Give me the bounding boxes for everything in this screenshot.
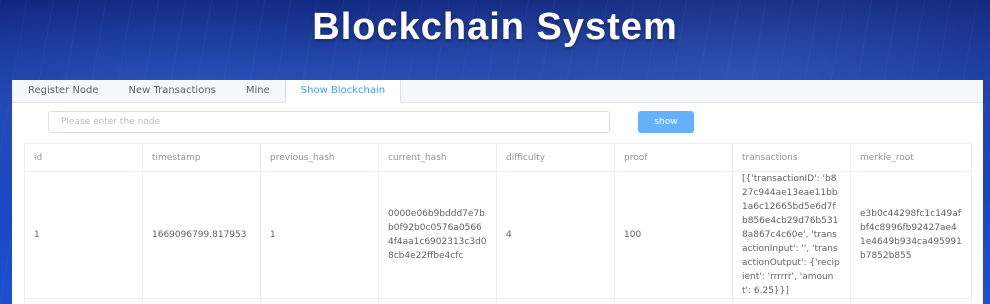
column-header-id: id bbox=[24, 143, 143, 172]
page-title: Blockchain System bbox=[312, 6, 678, 48]
empty-cell bbox=[24, 298, 143, 304]
column-header-difficulty: difficulty bbox=[496, 143, 615, 172]
empty-cell bbox=[378, 298, 497, 304]
show-button[interactable]: show bbox=[638, 111, 694, 133]
empty-cell bbox=[850, 298, 972, 304]
table-row bbox=[24, 298, 972, 304]
table-header-row: id timestamp previous_hash current_hash … bbox=[24, 143, 972, 172]
cell-difficulty: 4 bbox=[496, 171, 615, 299]
tab-register-node[interactable]: Register Node bbox=[12, 80, 113, 102]
empty-cell bbox=[142, 298, 261, 304]
cell-id: 1 bbox=[24, 171, 143, 299]
empty-cell bbox=[732, 298, 851, 304]
column-header-previous-hash: previous_hash bbox=[260, 143, 379, 172]
cell-transactions: [{'transactionID': 'b827c944ae13eae11bb1… bbox=[732, 171, 851, 299]
tab-show-blockchain[interactable]: Show Blockchain bbox=[284, 80, 402, 103]
empty-cell bbox=[614, 298, 733, 304]
node-input[interactable] bbox=[48, 111, 610, 133]
cell-previous-hash: 1 bbox=[260, 171, 379, 299]
cell-current-hash: 0000e06b9bddd7e7bb0f92b0c0576a05664f4aa1… bbox=[378, 171, 497, 299]
empty-cell bbox=[260, 298, 379, 304]
column-header-merkle-root: merkle_root bbox=[850, 143, 972, 172]
tab-mine[interactable]: Mine bbox=[231, 80, 285, 102]
column-header-proof: proof bbox=[614, 143, 733, 172]
column-header-timestamp: timestamp bbox=[142, 143, 261, 172]
tab-bar: Register Node New Transactions Mine Show… bbox=[12, 80, 983, 103]
tab-new-transactions[interactable]: New Transactions bbox=[113, 80, 230, 102]
table-row: 1 1669096799.817953 1 0000e06b9bddd7e7bb… bbox=[24, 171, 972, 299]
cell-timestamp: 1669096799.817953 bbox=[142, 171, 261, 299]
blockchain-table: id timestamp previous_hash current_hash … bbox=[24, 143, 972, 304]
toolbar: show bbox=[12, 103, 983, 143]
cell-proof: 100 bbox=[614, 171, 733, 299]
empty-cell bbox=[496, 298, 615, 304]
column-header-current-hash: current_hash bbox=[378, 143, 497, 172]
column-header-transactions: transactions bbox=[732, 143, 851, 172]
cell-merkle-root: e3b0c44298fc1c149afbf4c8996fb92427ae41e4… bbox=[850, 171, 972, 299]
main-panel: Register Node New Transactions Mine Show… bbox=[12, 80, 983, 304]
